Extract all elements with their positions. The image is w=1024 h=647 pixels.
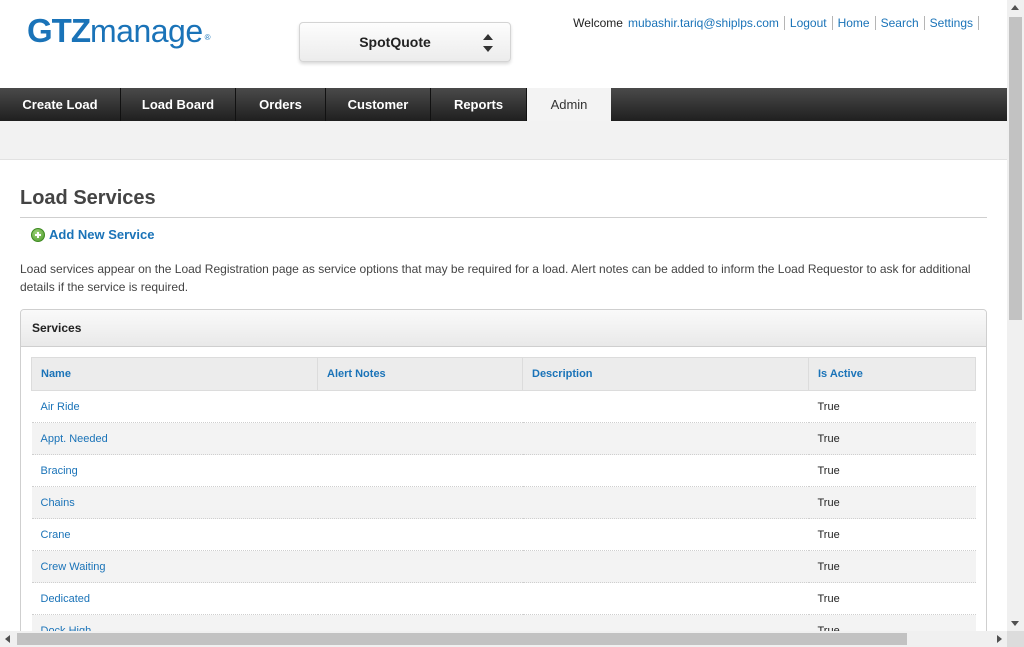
service-name-link[interactable]: Air Ride: [31, 390, 318, 423]
column-header-alert-notes[interactable]: Alert Notes: [317, 357, 523, 391]
search-link[interactable]: Search: [876, 16, 925, 30]
table-row: Bracing True: [31, 454, 976, 487]
services-panel: Services Name Alert Notes Description Is…: [20, 309, 987, 631]
tab-admin[interactable]: Admin: [527, 88, 611, 121]
table-row: Air Ride True: [31, 390, 976, 423]
alert-notes-cell: [317, 454, 523, 487]
table-row: Crane True: [31, 518, 976, 551]
main-nav: Create Load Load Board Orders Customer R…: [0, 88, 1007, 121]
alert-notes-cell: [317, 518, 523, 551]
add-new-service-label: Add New Service: [49, 227, 155, 242]
service-name-link[interactable]: Dedicated: [31, 582, 318, 615]
main-content: Load Services Add New Service Load servi…: [20, 160, 987, 631]
alert-notes-cell: [317, 582, 523, 615]
services-panel-title: Services: [21, 310, 986, 347]
column-header-description[interactable]: Description: [522, 357, 809, 391]
table-header-row: Name Alert Notes Description Is Active: [31, 357, 976, 391]
user-links: Welcome mubashir.tariq@shiplps.com Logou…: [573, 16, 979, 30]
gtz-manage-logo[interactable]: GTZmanage ®: [27, 14, 211, 47]
sub-nav-bar: [0, 121, 1007, 160]
product-select[interactable]: SpotQuote: [299, 22, 511, 62]
alert-notes-cell: [317, 390, 523, 423]
column-header-name[interactable]: Name: [31, 357, 318, 391]
description-cell: [522, 518, 809, 551]
select-arrows-icon: [483, 34, 493, 52]
description-cell: [522, 614, 809, 631]
product-select-value: SpotQuote: [359, 34, 431, 50]
table-row: Dedicated True: [31, 582, 976, 615]
logo-registered-mark: ®: [204, 33, 211, 42]
vertical-scroll-thumb[interactable]: [1009, 17, 1022, 320]
is-active-cell: True: [808, 614, 976, 631]
services-panel-body: Name Alert Notes Description Is Active A…: [21, 347, 986, 631]
scroll-right-arrow-icon[interactable]: [997, 635, 1002, 643]
table-row: Chains True: [31, 486, 976, 519]
description-cell: [522, 390, 809, 423]
service-name-link[interactable]: Chains: [31, 486, 318, 519]
service-name-link[interactable]: Crane: [31, 518, 318, 551]
home-link[interactable]: Home: [833, 16, 876, 30]
logout-link[interactable]: Logout: [785, 16, 833, 30]
scrollbar-corner: [1007, 631, 1024, 647]
description-cell: [522, 422, 809, 455]
table-row: Dock High True: [31, 614, 976, 631]
scroll-left-arrow-icon[interactable]: [5, 635, 10, 643]
is-active-cell: True: [808, 454, 976, 487]
page-header: GTZmanage ® SpotQuote Welcome mubashir.ta…: [0, 0, 1007, 88]
add-new-service-button[interactable]: Add New Service: [31, 227, 987, 242]
table-row: Crew Waiting True: [31, 550, 976, 583]
tab-customer[interactable]: Customer: [326, 88, 431, 121]
settings-link[interactable]: Settings: [925, 16, 979, 30]
description-cell: [522, 550, 809, 583]
alert-notes-cell: [317, 550, 523, 583]
tab-orders[interactable]: Orders: [236, 88, 326, 121]
service-name-link[interactable]: Crew Waiting: [31, 550, 318, 583]
service-name-link[interactable]: Appt. Needed: [31, 422, 318, 455]
table-row: Appt. Needed True: [31, 422, 976, 455]
column-header-is-active[interactable]: Is Active: [808, 357, 976, 391]
description-cell: [522, 582, 809, 615]
tab-reports[interactable]: Reports: [431, 88, 527, 121]
alert-notes-cell: [317, 486, 523, 519]
vertical-scrollbar[interactable]: [1007, 0, 1024, 631]
is-active-cell: True: [808, 518, 976, 551]
browser-viewport: GTZmanage ® SpotQuote Welcome mubashir.ta…: [0, 0, 1007, 631]
user-email-link[interactable]: mubashir.tariq@shiplps.com: [628, 16, 785, 30]
tab-load-board[interactable]: Load Board: [121, 88, 236, 121]
is-active-cell: True: [808, 550, 976, 583]
tab-create-load[interactable]: Create Load: [0, 88, 121, 121]
logo-manage: manage: [89, 13, 203, 49]
page-title: Load Services: [20, 187, 987, 218]
description-cell: [522, 454, 809, 487]
is-active-cell: True: [808, 390, 976, 423]
alert-notes-cell: [317, 422, 523, 455]
add-circle-icon: [31, 227, 45, 242]
is-active-cell: True: [808, 486, 976, 519]
service-name-link[interactable]: Bracing: [31, 454, 318, 487]
scroll-down-arrow-icon[interactable]: [1011, 621, 1019, 626]
alert-notes-cell: [317, 614, 523, 631]
logo-gtz: GTZ: [27, 12, 91, 49]
is-active-cell: True: [808, 422, 976, 455]
horizontal-scroll-thumb[interactable]: [17, 633, 907, 645]
is-active-cell: True: [808, 582, 976, 615]
service-name-link[interactable]: Dock High: [31, 614, 318, 631]
page-description: Load services appear on the Load Registr…: [20, 262, 971, 294]
horizontal-scrollbar[interactable]: [0, 631, 1007, 647]
welcome-label: Welcome: [573, 16, 623, 30]
scroll-up-arrow-icon[interactable]: [1011, 5, 1019, 10]
services-table: Name Alert Notes Description Is Active A…: [31, 357, 976, 631]
description-cell: [522, 486, 809, 519]
